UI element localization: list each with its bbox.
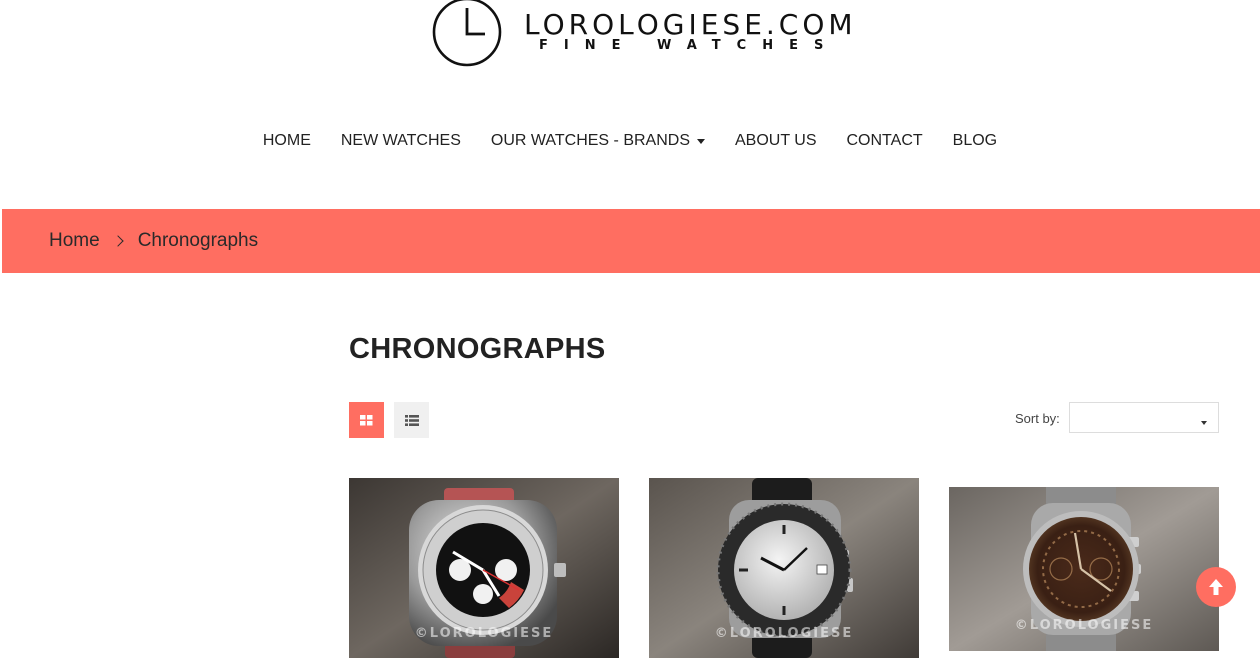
product-watermark: ©LOROLOGIESE: [1014, 618, 1154, 633]
breadcrumb-home-link[interactable]: Home: [49, 230, 100, 252]
nav-item-about-us[interactable]: ABOUT US: [720, 132, 832, 150]
nav-item-blog[interactable]: BLOG: [938, 132, 1012, 150]
list-view-button[interactable]: [394, 402, 429, 438]
nav-item-contact[interactable]: CONTACT: [832, 132, 938, 150]
nav-item-label: OUR WATCHES - BRANDS: [490, 132, 690, 149]
scroll-top-button[interactable]: [1196, 567, 1236, 607]
clock-icon: [432, 0, 502, 67]
caret-down-icon: [697, 138, 705, 144]
chevron-right-icon: [112, 235, 124, 247]
arrow-up-icon: [1209, 579, 1223, 595]
nav-item-label: BLOG: [952, 132, 998, 149]
nav-item-label: ABOUT US: [735, 132, 817, 149]
sort-select[interactable]: [1069, 402, 1219, 433]
nav-item-label: HOME: [262, 132, 311, 149]
breadcrumb-bar: Home Chronographs: [2, 209, 1260, 273]
caret-down-icon: [1201, 421, 1207, 425]
main-nav: HOME NEW WATCHES OUR WATCHES - BRANDS AB…: [0, 132, 1260, 150]
product-card[interactable]: ©LOROLOGIESE: [349, 478, 619, 658]
sort-label: Sort by:: [1015, 411, 1060, 426]
nav-item-label: CONTACT: [846, 132, 923, 149]
nav-item-new-watches[interactable]: NEW WATCHES: [326, 132, 476, 150]
nav-item-brands[interactable]: OUR WATCHES - BRANDS: [476, 132, 720, 150]
list-icon: [404, 414, 419, 426]
nav-item-label: NEW WATCHES: [340, 132, 461, 149]
page-title: CHRONOGRAPHS: [349, 333, 606, 365]
nav-item-home[interactable]: HOME: [248, 132, 326, 150]
grid-icon: [360, 414, 373, 425]
product-card[interactable]: ©LOROLOGIESE: [649, 478, 919, 658]
breadcrumb: Home Chronographs: [49, 230, 258, 252]
site-logo[interactable]: LOROLOGIESE.COM FINE WATCHES: [431, 0, 871, 72]
grid-view-button[interactable]: [349, 402, 384, 438]
product-watermark: ©LOROLOGIESE: [414, 626, 554, 641]
brand-name: LOROLOGIESE.COM: [524, 8, 857, 41]
product-card[interactable]: ©LOROLOGIESE: [949, 487, 1219, 651]
breadcrumb-current: Chronographs: [137, 230, 259, 251]
brand-tagline: FINE WATCHES: [539, 38, 840, 53]
product-watermark: ©LOROLOGIESE: [714, 626, 854, 641]
